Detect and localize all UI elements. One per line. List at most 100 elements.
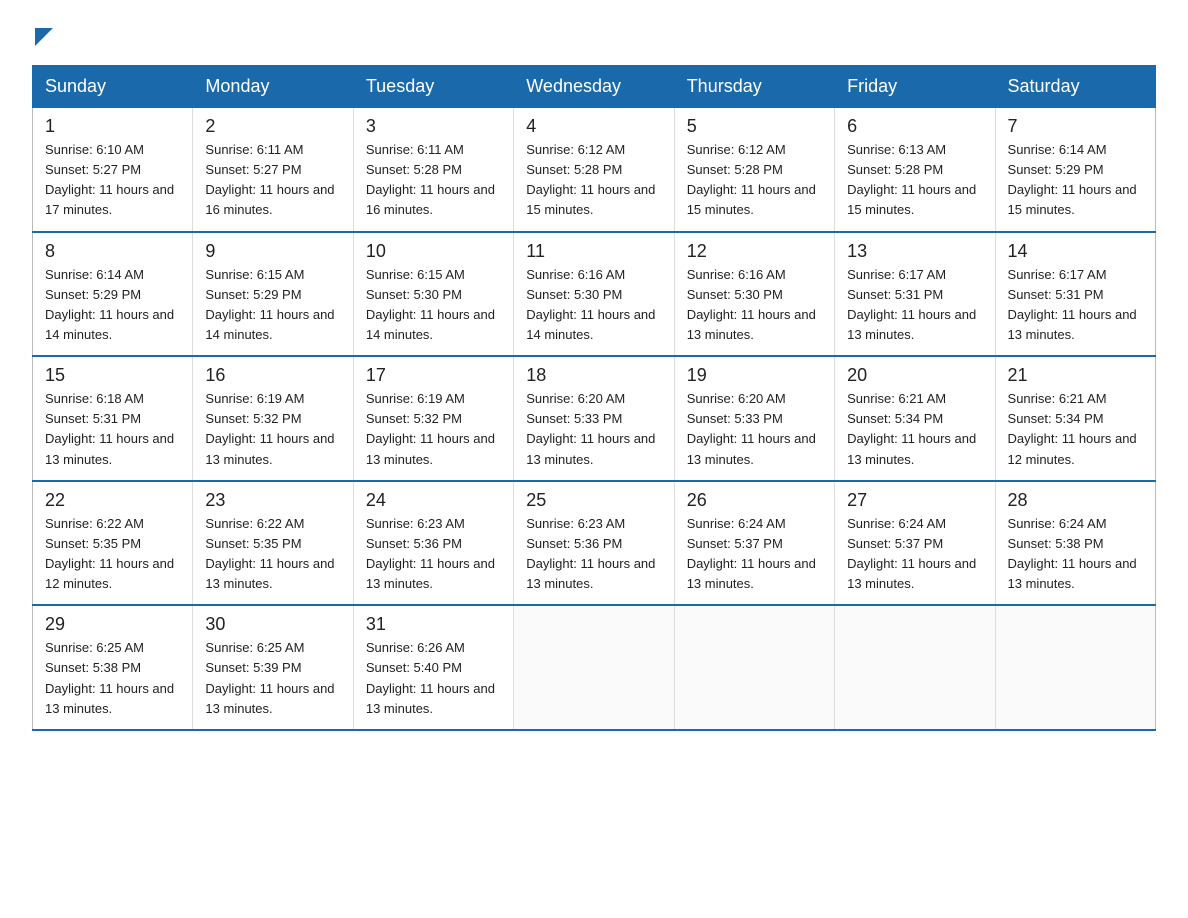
calendar-cell: 17 Sunrise: 6:19 AMSunset: 5:32 PMDayligh… — [353, 356, 513, 481]
day-info: Sunrise: 6:25 AMSunset: 5:38 PMDaylight:… — [45, 638, 180, 719]
calendar-cell: 14Sunrise: 6:17 AMSunset: 5:31 PMDayligh… — [995, 232, 1155, 357]
day-info: Sunrise: 6:16 AMSunset: 5:30 PMDaylight:… — [687, 265, 822, 346]
day-number: 8 — [45, 241, 180, 262]
header-saturday: Saturday — [995, 66, 1155, 108]
day-number: 7 — [1008, 116, 1143, 137]
week-row-2: 8 Sunrise: 6:14 AMSunset: 5:29 PMDaylight… — [33, 232, 1156, 357]
day-info: Sunrise: 6:19 AMSunset: 5:32 PMDaylight:… — [366, 389, 501, 470]
calendar-cell: 29 Sunrise: 6:25 AMSunset: 5:38 PMDayligh… — [33, 605, 193, 730]
day-number: 13 — [847, 241, 982, 262]
day-info: Sunrise: 6:21 AMSunset: 5:34 PMDaylight:… — [1008, 389, 1143, 470]
day-info: Sunrise: 6:20 AMSunset: 5:33 PMDaylight:… — [526, 389, 661, 470]
calendar-cell: 25Sunrise: 6:23 AMSunset: 5:36 PMDayligh… — [514, 481, 674, 606]
day-number: 20 — [847, 365, 982, 386]
calendar-cell: 27 Sunrise: 6:24 AMSunset: 5:37 PMDayligh… — [835, 481, 995, 606]
day-number: 22 — [45, 490, 180, 511]
day-number: 21 — [1008, 365, 1143, 386]
day-info: Sunrise: 6:18 AMSunset: 5:31 PMDaylight:… — [45, 389, 180, 470]
calendar-cell: 15 Sunrise: 6:18 AMSunset: 5:31 PMDayligh… — [33, 356, 193, 481]
day-info: Sunrise: 6:23 AMSunset: 5:36 PMDaylight:… — [366, 514, 501, 595]
day-info: Sunrise: 6:14 AMSunset: 5:29 PMDaylight:… — [45, 265, 180, 346]
day-number: 10 — [366, 241, 501, 262]
day-info: Sunrise: 6:12 AMSunset: 5:28 PMDaylight:… — [526, 140, 661, 221]
day-info: Sunrise: 6:13 AMSunset: 5:28 PMDaylight:… — [847, 140, 982, 221]
day-number: 9 — [205, 241, 340, 262]
calendar-header-row: SundayMondayTuesdayWednesdayThursdayFrid… — [33, 66, 1156, 108]
day-info: Sunrise: 6:24 AMSunset: 5:37 PMDaylight:… — [847, 514, 982, 595]
day-info: Sunrise: 6:11 AMSunset: 5:27 PMDaylight:… — [205, 140, 340, 221]
day-info: Sunrise: 6:22 AMSunset: 5:35 PMDaylight:… — [45, 514, 180, 595]
day-number: 15 — [45, 365, 180, 386]
day-number: 28 — [1008, 490, 1143, 511]
calendar-cell — [514, 605, 674, 730]
day-number: 26 — [687, 490, 822, 511]
calendar-table: SundayMondayTuesdayWednesdayThursdayFrid… — [32, 65, 1156, 731]
day-number: 24 — [366, 490, 501, 511]
calendar-cell: 10 Sunrise: 6:15 AMSunset: 5:30 PMDayligh… — [353, 232, 513, 357]
day-number: 19 — [687, 365, 822, 386]
calendar-cell: 19 Sunrise: 6:20 AMSunset: 5:33 PMDayligh… — [674, 356, 834, 481]
header — [32, 24, 1156, 47]
calendar-cell: 22 Sunrise: 6:22 AMSunset: 5:35 PMDayligh… — [33, 481, 193, 606]
logo-arrow-icon — [35, 28, 53, 46]
day-info: Sunrise: 6:12 AMSunset: 5:28 PMDaylight:… — [687, 140, 822, 221]
day-info: Sunrise: 6:20 AMSunset: 5:33 PMDaylight:… — [687, 389, 822, 470]
day-info: Sunrise: 6:22 AMSunset: 5:35 PMDaylight:… — [205, 514, 340, 595]
day-number: 3 — [366, 116, 501, 137]
week-row-1: 1Sunrise: 6:10 AMSunset: 5:27 PMDaylight… — [33, 108, 1156, 232]
day-number: 17 — [366, 365, 501, 386]
day-info: Sunrise: 6:25 AMSunset: 5:39 PMDaylight:… — [205, 638, 340, 719]
day-number: 18 — [526, 365, 661, 386]
day-number: 27 — [847, 490, 982, 511]
day-number: 12 — [687, 241, 822, 262]
page: SundayMondayTuesdayWednesdayThursdayFrid… — [0, 0, 1188, 763]
calendar-cell: 2Sunrise: 6:11 AMSunset: 5:27 PMDaylight… — [193, 108, 353, 232]
day-info: Sunrise: 6:11 AMSunset: 5:28 PMDaylight:… — [366, 140, 501, 221]
calendar-cell: 11 Sunrise: 6:16 AMSunset: 5:30 PMDayligh… — [514, 232, 674, 357]
calendar-cell: 21 Sunrise: 6:21 AMSunset: 5:34 PMDayligh… — [995, 356, 1155, 481]
calendar-cell: 4Sunrise: 6:12 AMSunset: 5:28 PMDaylight… — [514, 108, 674, 232]
day-info: Sunrise: 6:24 AMSunset: 5:38 PMDaylight:… — [1008, 514, 1143, 595]
header-sunday: Sunday — [33, 66, 193, 108]
calendar-cell: 5Sunrise: 6:12 AMSunset: 5:28 PMDaylight… — [674, 108, 834, 232]
logo — [32, 24, 53, 47]
day-number: 14 — [1008, 241, 1143, 262]
day-info: Sunrise: 6:17 AMSunset: 5:31 PMDaylight:… — [847, 265, 982, 346]
calendar-cell: 30Sunrise: 6:25 AMSunset: 5:39 PMDayligh… — [193, 605, 353, 730]
calendar-cell: 16Sunrise: 6:19 AMSunset: 5:32 PMDayligh… — [193, 356, 353, 481]
day-info: Sunrise: 6:15 AMSunset: 5:29 PMDaylight:… — [205, 265, 340, 346]
day-number: 25 — [526, 490, 661, 511]
day-info: Sunrise: 6:26 AMSunset: 5:40 PMDaylight:… — [366, 638, 501, 719]
calendar-cell: 28 Sunrise: 6:24 AMSunset: 5:38 PMDayligh… — [995, 481, 1155, 606]
header-monday: Monday — [193, 66, 353, 108]
header-tuesday: Tuesday — [353, 66, 513, 108]
day-number: 11 — [526, 241, 661, 262]
calendar-cell: 18 Sunrise: 6:20 AMSunset: 5:33 PMDayligh… — [514, 356, 674, 481]
day-info: Sunrise: 6:10 AMSunset: 5:27 PMDaylight:… — [45, 140, 180, 221]
day-info: Sunrise: 6:14 AMSunset: 5:29 PMDaylight:… — [1008, 140, 1143, 221]
day-number: 31 — [366, 614, 501, 635]
calendar-cell: 31 Sunrise: 6:26 AMSunset: 5:40 PMDayligh… — [353, 605, 513, 730]
day-info: Sunrise: 6:24 AMSunset: 5:37 PMDaylight:… — [687, 514, 822, 595]
calendar-cell: 20Sunrise: 6:21 AMSunset: 5:34 PMDayligh… — [835, 356, 995, 481]
day-info: Sunrise: 6:19 AMSunset: 5:32 PMDaylight:… — [205, 389, 340, 470]
calendar-cell: 7 Sunrise: 6:14 AMSunset: 5:29 PMDaylight… — [995, 108, 1155, 232]
calendar-cell: 12 Sunrise: 6:16 AMSunset: 5:30 PMDayligh… — [674, 232, 834, 357]
calendar-cell: 3 Sunrise: 6:11 AMSunset: 5:28 PMDaylight… — [353, 108, 513, 232]
calendar-cell: 13 Sunrise: 6:17 AMSunset: 5:31 PMDayligh… — [835, 232, 995, 357]
calendar-cell: 9 Sunrise: 6:15 AMSunset: 5:29 PMDaylight… — [193, 232, 353, 357]
week-row-5: 29 Sunrise: 6:25 AMSunset: 5:38 PMDayligh… — [33, 605, 1156, 730]
calendar-cell — [674, 605, 834, 730]
day-info: Sunrise: 6:15 AMSunset: 5:30 PMDaylight:… — [366, 265, 501, 346]
calendar-cell: 24 Sunrise: 6:23 AMSunset: 5:36 PMDayligh… — [353, 481, 513, 606]
header-friday: Friday — [835, 66, 995, 108]
calendar-cell: 6 Sunrise: 6:13 AMSunset: 5:28 PMDaylight… — [835, 108, 995, 232]
day-number: 6 — [847, 116, 982, 137]
day-number: 23 — [205, 490, 340, 511]
calendar-cell: 26 Sunrise: 6:24 AMSunset: 5:37 PMDayligh… — [674, 481, 834, 606]
week-row-4: 22 Sunrise: 6:22 AMSunset: 5:35 PMDayligh… — [33, 481, 1156, 606]
day-number: 29 — [45, 614, 180, 635]
header-thursday: Thursday — [674, 66, 834, 108]
calendar-cell: 1Sunrise: 6:10 AMSunset: 5:27 PMDaylight… — [33, 108, 193, 232]
day-info: Sunrise: 6:16 AMSunset: 5:30 PMDaylight:… — [526, 265, 661, 346]
